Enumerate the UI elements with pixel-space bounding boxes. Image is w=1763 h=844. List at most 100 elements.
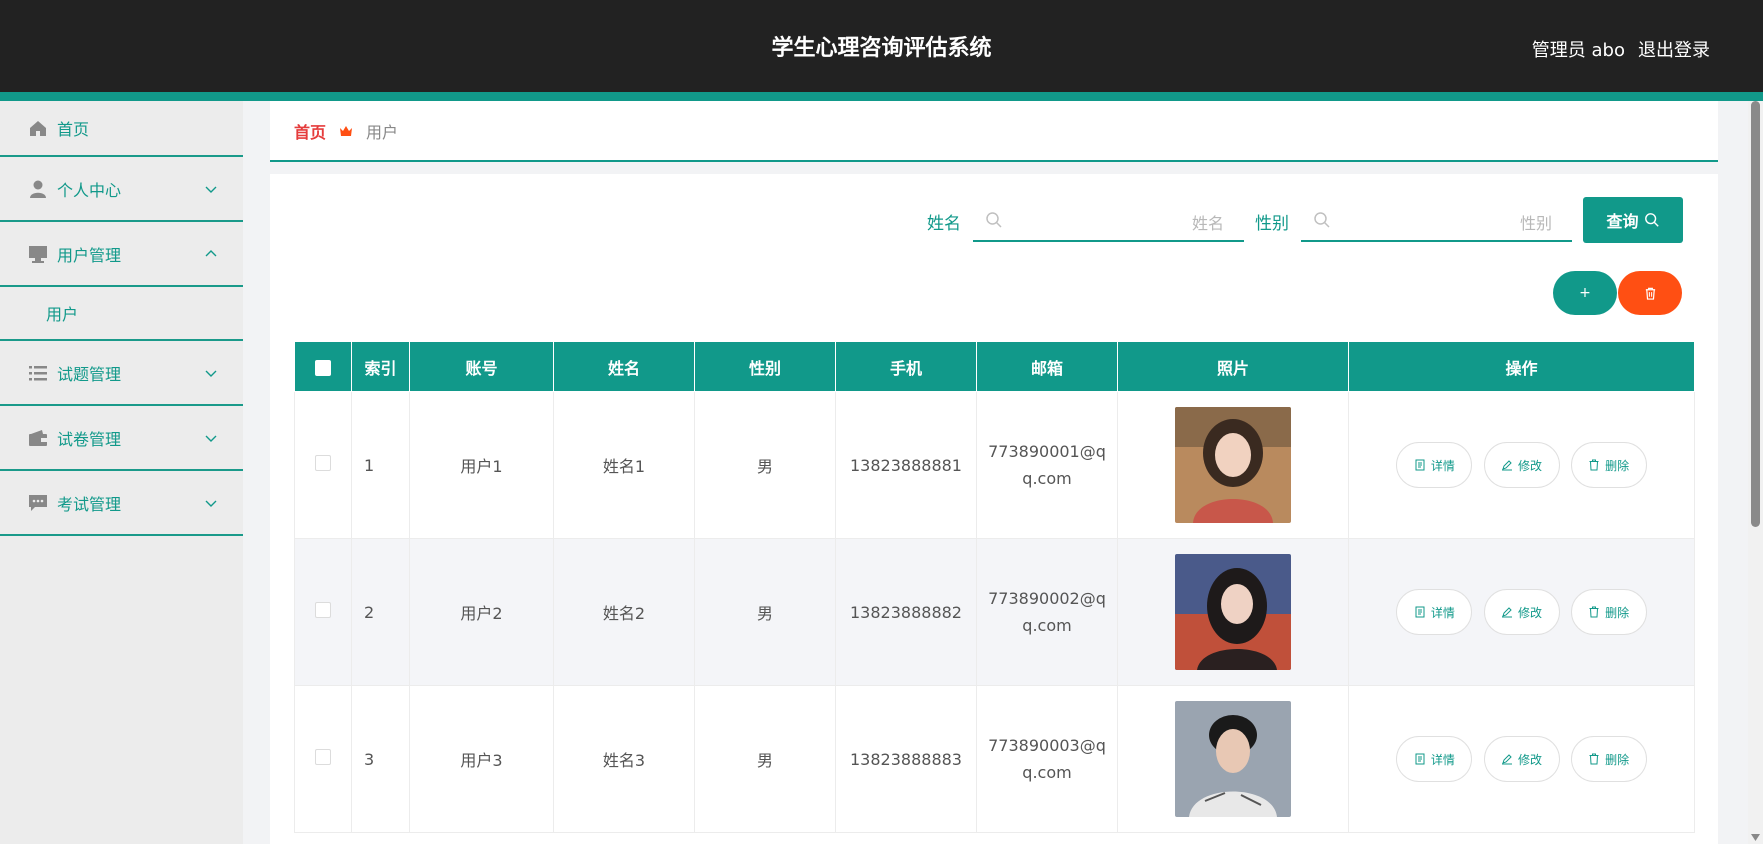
scrollbar-thumb[interactable] [1751,101,1760,527]
trash-icon [1589,606,1599,618]
sidebar-subitem-users[interactable]: 用户 [0,287,243,341]
cell-email: 773890001@qq.com [988,442,1106,488]
chevron-down-icon [205,435,217,442]
logout-button[interactable]: 退出登录 [1638,36,1710,62]
user-photo [1175,554,1291,670]
edit-button[interactable]: 修改 [1483,442,1560,488]
detail-label: 详情 [1430,458,1455,473]
name-search-input[interactable]: 姓名 [973,198,1244,242]
top-bar-accent [0,92,1763,101]
sidebar-item-personal-center[interactable]: 个人中心 [0,157,243,222]
sidebar: 首页 个人中心 用户管理 用户 试题管理 试卷管理 考试管理 [0,101,243,844]
chevron-down-icon [205,370,217,377]
cell-email: 773890002@qq.com [988,589,1106,635]
delete-button[interactable]: 删除 [1570,442,1647,488]
delete-label: 删除 [1605,752,1630,767]
cell-account: 用户3 [409,685,554,833]
cell-name: 姓名3 [553,685,695,833]
cell-phone: 13823888882 [835,538,977,686]
chevron-down-icon [205,186,217,193]
sidebar-item-label: 首页 [57,120,90,139]
document-icon [1415,753,1425,765]
add-button[interactable]: + [1553,271,1617,315]
detail-button[interactable]: 详情 [1396,589,1473,635]
cell-index: 2 [351,538,410,686]
monitor-icon [28,244,48,264]
edit-label: 修改 [1517,752,1542,767]
edit-label: 修改 [1517,605,1542,620]
chat-icon [28,493,48,513]
cell-index: 3 [351,685,410,833]
select-all-header[interactable] [294,341,352,392]
gender-search-input[interactable]: 性别 [1301,198,1572,242]
table-row: 1 用户1 姓名1 男 13823888881 773890001@qq.com [294,391,1695,539]
detail-button[interactable]: 详情 [1396,442,1473,488]
search-icon [1314,212,1330,228]
sidebar-item-label: 试题管理 [57,364,122,384]
column-header: 操作 [1348,341,1695,392]
column-header: 手机 [835,341,977,392]
detail-button[interactable]: 详情 [1396,736,1473,782]
edit-button[interactable]: 修改 [1483,736,1560,782]
sidebar-item-label: 用户管理 [57,245,122,265]
table-row: 3 用户3 姓名3 男 13823888883 773890003@qq.com [294,685,1695,833]
page-scrollbar[interactable] [1748,101,1763,844]
document-icon [1415,606,1425,618]
document-icon [1415,459,1425,471]
breadcrumb-home[interactable]: 首页 [294,119,326,143]
select-all-checkbox[interactable] [315,359,331,376]
row-checkbox[interactable] [315,602,331,618]
cell-account: 用户1 [409,391,554,539]
row-checkbox[interactable] [315,749,331,765]
cell-gender: 男 [694,685,836,833]
table-row: 2 用户2 姓名2 男 13823888882 773890002@qq.com [294,538,1695,686]
sidebar-item-question-management[interactable]: 试题管理 [0,341,243,406]
row-checkbox[interactable] [315,455,331,471]
cell-account: 用户2 [409,538,554,686]
scroll-down-arrow-icon[interactable] [1750,833,1761,842]
batch-delete-button[interactable] [1618,271,1682,315]
sidebar-item-label: 考试管理 [57,494,122,514]
chevron-up-icon [205,249,217,256]
name-search-label: 姓名 [927,214,961,234]
user-photo [1175,701,1291,817]
breadcrumb-current: 用户 [366,122,399,142]
sidebar-item-paper-management[interactable]: 试卷管理 [0,406,243,471]
edit-icon [1501,460,1512,471]
sidebar-item-home[interactable]: 首页 [0,101,243,157]
breadcrumb: 首页 用户 [270,101,1718,162]
content-card: 姓名 姓名 性别 性别 查询 + 索引 账号 姓名 性别 手机 邮箱 照片 操作… [270,174,1718,844]
user-photo [1175,407,1291,523]
table-header-row: 索引 账号 姓名 性别 手机 邮箱 照片 操作 [294,341,1695,392]
cell-name: 姓名1 [553,391,695,539]
cell-phone: 13823888883 [835,685,977,833]
edit-icon [1501,754,1512,765]
column-header: 邮箱 [976,341,1118,392]
edit-button[interactable]: 修改 [1483,589,1560,635]
edit-icon [1501,607,1512,618]
wallet-icon [28,428,48,448]
search-icon [1644,213,1659,227]
cell-index: 1 [351,391,410,539]
crown-icon [340,125,353,136]
sidebar-item-exam-management[interactable]: 考试管理 [0,471,243,536]
column-header: 索引 [351,341,410,392]
search-icon [986,212,1002,228]
name-search-placeholder: 姓名 [1191,214,1224,233]
delete-button[interactable]: 删除 [1570,736,1647,782]
delete-button[interactable]: 删除 [1570,589,1647,635]
users-table: 索引 账号 姓名 性别 手机 邮箱 照片 操作 1 用户1 姓名1 男 1382… [294,341,1695,833]
column-header: 照片 [1117,341,1349,392]
gender-search-label: 性别 [1255,214,1289,234]
home-icon [28,118,48,138]
cell-gender: 男 [694,538,836,686]
query-button-label: 查询 [1606,212,1639,231]
query-button[interactable]: 查询 [1583,197,1683,243]
sidebar-item-label: 试卷管理 [57,429,122,449]
edit-label: 修改 [1517,458,1542,473]
sidebar-item-user-management[interactable]: 用户管理 [0,222,243,287]
column-header: 姓名 [553,341,695,392]
cell-email: 773890003@qq.com [988,736,1106,782]
chevron-down-icon [205,500,217,507]
delete-label: 删除 [1605,458,1630,473]
